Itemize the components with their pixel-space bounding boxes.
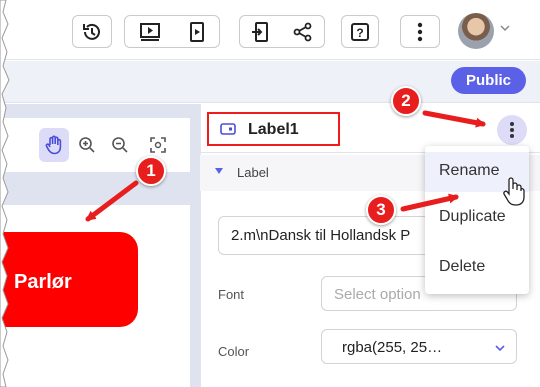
export-icon[interactable] xyxy=(251,21,271,43)
step-badge-2: 2 xyxy=(391,86,421,116)
history-icon xyxy=(83,23,100,40)
hand-icon xyxy=(45,135,62,155)
font-label: Font xyxy=(218,287,245,302)
color-select-value: rgba(255, 25… xyxy=(342,339,443,356)
label-component-icon xyxy=(220,123,236,135)
public-badge[interactable]: Public xyxy=(451,67,526,94)
more-icon xyxy=(417,22,423,41)
preview-icon[interactable] xyxy=(138,21,162,43)
font-select-placeholder: Select option xyxy=(334,286,421,303)
chevron-down-icon[interactable] xyxy=(499,22,511,34)
label-text-field[interactable]: 2.m\nDansk til Hollandsk P xyxy=(218,216,448,255)
step-badge-1: 1 xyxy=(136,156,166,186)
more-button[interactable] xyxy=(400,15,440,48)
section-title: Label xyxy=(237,165,269,180)
preview-device-group xyxy=(124,15,220,48)
menu-item-delete[interactable]: Delete xyxy=(425,248,529,288)
component-options-button[interactable] xyxy=(497,115,527,145)
top-toolbar: ? xyxy=(0,0,540,60)
step-badge-3: 3 xyxy=(366,195,396,225)
caret-down-icon[interactable] xyxy=(215,168,223,174)
share-icon[interactable] xyxy=(292,21,314,43)
hand-cursor-icon xyxy=(503,177,525,206)
export-share-group xyxy=(239,15,325,48)
more-vertical-icon xyxy=(510,122,514,138)
hand-tool-button[interactable] xyxy=(39,128,69,162)
user-avatar[interactable] xyxy=(458,13,494,49)
banner-text: Parlør xyxy=(14,271,72,293)
zoom-in-icon[interactable] xyxy=(78,136,96,154)
context-menu: Rename Duplicate Delete xyxy=(425,146,529,294)
color-select[interactable]: rgba(255, 25… xyxy=(321,329,517,364)
history-button[interactable] xyxy=(72,15,112,48)
chevron-down-icon xyxy=(495,345,505,352)
help-icon: ? xyxy=(351,22,369,41)
zoom-out-icon[interactable] xyxy=(111,136,129,154)
fit-icon[interactable] xyxy=(149,136,167,154)
color-label: Color xyxy=(218,344,250,359)
device-icon[interactable] xyxy=(187,21,207,43)
svg-text:?: ? xyxy=(356,26,363,40)
component-name[interactable]: Label1 xyxy=(248,121,299,139)
help-button[interactable]: ? xyxy=(341,15,379,48)
